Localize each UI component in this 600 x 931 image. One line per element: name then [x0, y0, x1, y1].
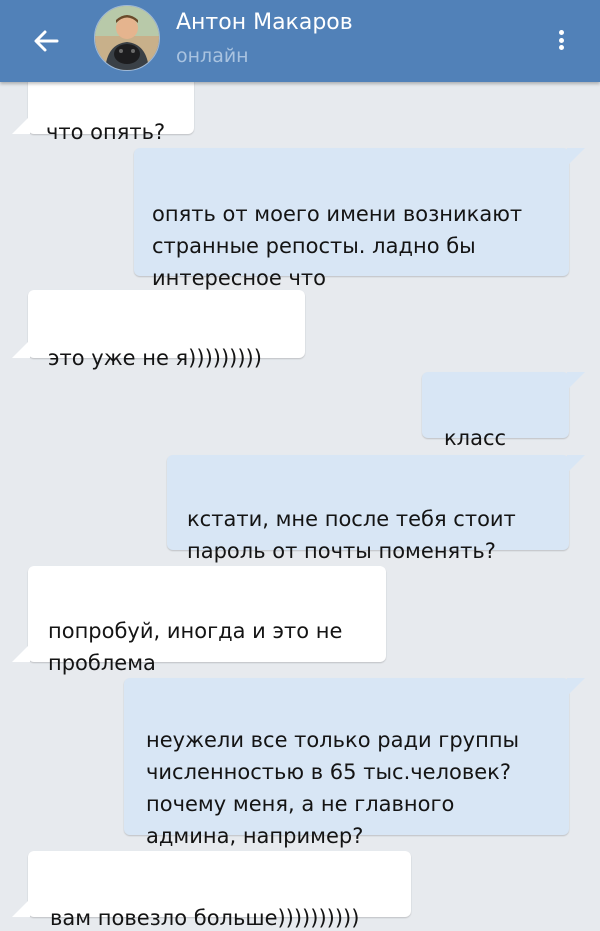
contact-name[interactable]: Антон Макаров — [176, 10, 353, 35]
back-button[interactable] — [26, 21, 66, 61]
message-outgoing[interactable]: опять от моего имени возникают странные … — [134, 148, 585, 290]
message-text: кстати, мне после тебя стоит пароль от п… — [187, 507, 516, 563]
online-status: онлайн — [176, 45, 249, 67]
chat-header: Антон Макаров онлайн — [0, 0, 600, 82]
message-incoming[interactable]: что опять? — [12, 82, 194, 144]
more-vertical-icon — [558, 28, 564, 53]
message-text: опять от моего имени возникают странные … — [152, 202, 523, 290]
message-incoming[interactable]: вам повезло больше)))))))))) — [12, 851, 411, 930]
message-incoming[interactable]: это уже не я))))))))) — [12, 290, 305, 370]
message-text: класс — [444, 426, 507, 450]
message-text: попробуй, иногда и это не проблема — [48, 619, 343, 675]
message-text: неужели все только ради группы численнос… — [146, 728, 520, 848]
message-outgoing[interactable]: кстати, мне после тебя стоит пароль от п… — [167, 455, 585, 563]
more-options-button[interactable] — [546, 20, 576, 60]
arrow-left-icon — [34, 30, 59, 52]
user-photo-icon — [95, 6, 159, 70]
message-text: вам повезло больше)))))))))) — [50, 906, 360, 930]
message-list[interactable]: что опять? опять от моего имени возникаю… — [0, 82, 600, 931]
message-text: что опять? — [46, 120, 166, 144]
message-outgoing[interactable]: неужели все только ради группы численнос… — [124, 678, 585, 848]
avatar[interactable] — [94, 5, 160, 71]
message-outgoing[interactable]: класс — [422, 372, 585, 481]
message-text: это уже не я))))))))) — [48, 346, 262, 370]
message-incoming[interactable]: попробуй, иногда и это не проблема — [12, 566, 386, 675]
